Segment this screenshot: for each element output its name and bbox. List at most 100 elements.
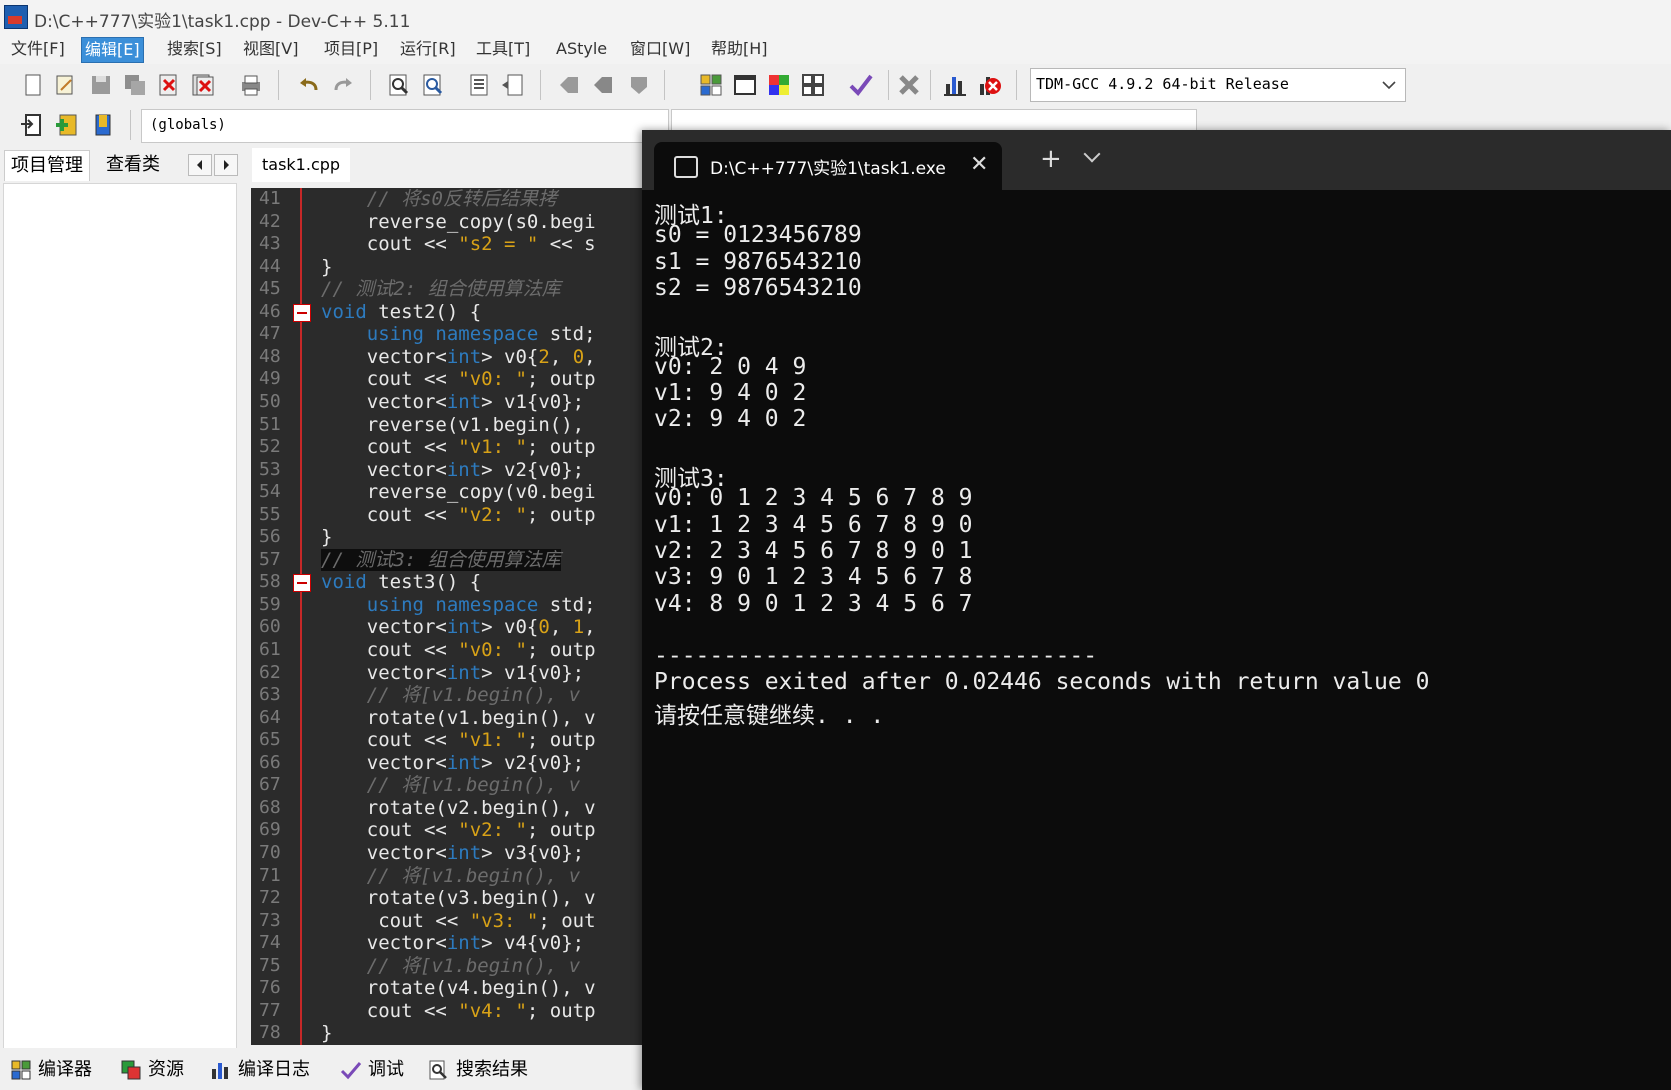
code-line[interactable]: void test3() { [321,571,481,593]
insert-icon[interactable] [18,112,44,138]
save-all-icon[interactable] [122,72,148,98]
delete-profile-icon[interactable] [976,72,1002,98]
code-line[interactable]: // 测试3: 组合使用算法库 [321,548,561,571]
tab-class-browser[interactable]: 查看类 [100,150,166,180]
code-line[interactable]: cout << "v0: "; outp [321,368,596,390]
save-icon[interactable] [88,72,114,98]
menu-item[interactable]: 文件[F] [8,37,68,61]
code-line[interactable]: vector<int> v2{v0}; [321,459,584,481]
code-line[interactable]: // 测试2: 组合使用算法库 [321,278,561,300]
tab-dropdown-chevron-icon[interactable] [1083,145,1101,163]
code-line[interactable]: cout << "v2: "; outp [321,819,596,841]
code-line[interactable]: rotate(v2.begin(), v [321,797,596,819]
editor-tab-task1[interactable]: task1.cpp [252,148,351,182]
code-line[interactable]: vector<int> v3{v0}; [321,842,584,864]
code-line[interactable]: vector<int> v0{0, 1, [321,616,596,638]
new-tab-plus-icon[interactable]: + [1040,144,1062,174]
code-line[interactable]: rotate(v3.begin(), v [321,887,596,909]
goto-bookmark-icon[interactable] [590,72,616,98]
menu-item[interactable]: 编辑[E] [81,37,144,63]
indent-icon[interactable] [466,72,492,98]
code-line[interactable]: reverse_copy(v0.begi [321,481,596,503]
toggle-bookmark-icon[interactable] [556,72,582,98]
close-all-icon[interactable] [190,72,216,98]
console-icon [674,156,698,178]
code-line[interactable]: cout << "v1: "; outp [321,729,596,751]
code-line[interactable]: vector<int> v1{v0}; [321,662,584,684]
code-line[interactable]: } [321,526,332,548]
tab-compiler[interactable]: 编译器 [10,1056,92,1084]
chevron-right-icon[interactable] [214,154,238,176]
code-line[interactable]: // 将[v1.begin(), v [321,865,580,887]
tab-debug[interactable]: 调试 [340,1056,404,1084]
code-line[interactable]: } [321,256,332,278]
profile-chart-icon[interactable] [942,72,968,98]
tab-search-results[interactable]: 搜索结果 [428,1056,528,1084]
code-line[interactable]: reverse(v1.begin(), [321,414,584,436]
bookmark-icon[interactable] [90,112,116,138]
redo-icon[interactable] [330,72,356,98]
code-line[interactable]: cout << "s2 = " << s [321,233,596,255]
undo-icon[interactable] [296,72,322,98]
syntax-check-icon[interactable] [848,72,874,98]
tab-resources[interactable]: 资源 [120,1056,184,1084]
menu-item[interactable]: 视图[V] [240,37,301,61]
print-icon[interactable] [238,72,264,98]
menu-item[interactable]: 工具[T] [473,37,533,61]
code-line[interactable]: vector<int> v2{v0}; [321,752,584,774]
code-line[interactable]: // 将s0反转后结果拷 [321,188,557,210]
chevron-left-icon[interactable] [188,154,212,176]
code-line[interactable]: cout << "v4: "; outp [321,1000,596,1022]
menu-item[interactable]: 项目[P] [321,37,381,61]
close-file-icon[interactable] [156,72,182,98]
menu-item[interactable]: 帮助[H] [708,37,771,61]
terminal-tab[interactable]: D:\C++777\实验1\task1.exe ✕ [654,142,1002,190]
chevron-down-icon[interactable] [1382,80,1396,90]
tab-compile-log[interactable]: 编译日志 [210,1056,310,1084]
code-line[interactable]: vector<int> v1{v0}; [321,391,584,413]
code-line[interactable]: void test2() { [321,301,481,323]
code-line[interactable]: reverse_copy(s0.begi [321,211,596,233]
new-file-icon[interactable] [20,72,46,98]
code-line[interactable]: // 将[v1.begin(), v [321,955,580,977]
tab-project-manager[interactable]: 项目管理 [4,150,90,181]
code-line[interactable]: vector<int> v4{v0}; [321,932,584,954]
fold-toggle-icon[interactable] [293,303,311,322]
terminal-output[interactable]: 测试1: s0 = 0123456789 s1 = 9876543210 s2 = 9… [654,196,1654,1076]
terminal-line: v0: 0 1 2 3 4 5 6 7 8 9 [654,485,973,512]
menu-item[interactable]: 运行[R] [397,37,459,61]
code-line[interactable]: using namespace std; [321,594,596,616]
terminal-window[interactable]: D:\C++777\实验1\task1.exe ✕ + 测试1: s0 = 012… [642,130,1671,1090]
code-line[interactable]: rotate(v4.begin(), v [321,977,596,999]
debug-check-icon [340,1062,362,1080]
code-line[interactable]: // 将[v1.begin(), v [321,684,580,706]
menu-item[interactable]: AStyle [553,37,610,61]
code-text-area[interactable]: // 将s0反转后结果拷 reverse_copy(s0.begi cout <… [321,188,643,1045]
compile-run-icon[interactable] [766,72,792,98]
fold-toggle-icon[interactable] [293,574,311,593]
run-icon[interactable] [732,72,758,98]
unindent-icon[interactable] [500,72,526,98]
project-tree-panel[interactable] [3,183,237,1050]
menu-item[interactable]: 窗口[W] [627,37,693,61]
stop-execution-icon[interactable] [896,72,922,98]
code-line[interactable]: cout << "v3: "; out [321,910,595,932]
new-class-icon[interactable] [54,112,80,138]
goto-line-icon[interactable] [626,72,652,98]
close-icon[interactable]: ✕ [970,152,988,177]
code-line[interactable]: cout << "v0: "; outp [321,639,596,661]
code-line[interactable]: } [321,1022,332,1044]
open-file-icon[interactable] [52,72,78,98]
compile-icon[interactable] [698,72,724,98]
replace-icon[interactable] [420,72,446,98]
rebuild-all-icon[interactable] [800,72,826,98]
code-line[interactable]: cout << "v2: "; outp [321,504,596,526]
code-line[interactable]: vector<int> v0{2, 0, [321,346,596,368]
code-line[interactable]: // 将[v1.begin(), v [321,774,580,796]
find-icon[interactable] [386,72,412,98]
menu-item[interactable]: 搜索[S] [164,37,225,61]
code-line[interactable]: cout << "v1: "; outp [321,436,596,458]
code-line[interactable]: rotate(v1.begin(), v [321,707,596,729]
code-editor[interactable]: 41 42 43 44 45 46 47 48 49 50 51 52 53 54 55 56 57 58 59 60… [251,188,643,1045]
code-line[interactable]: using namespace std; [321,323,596,345]
